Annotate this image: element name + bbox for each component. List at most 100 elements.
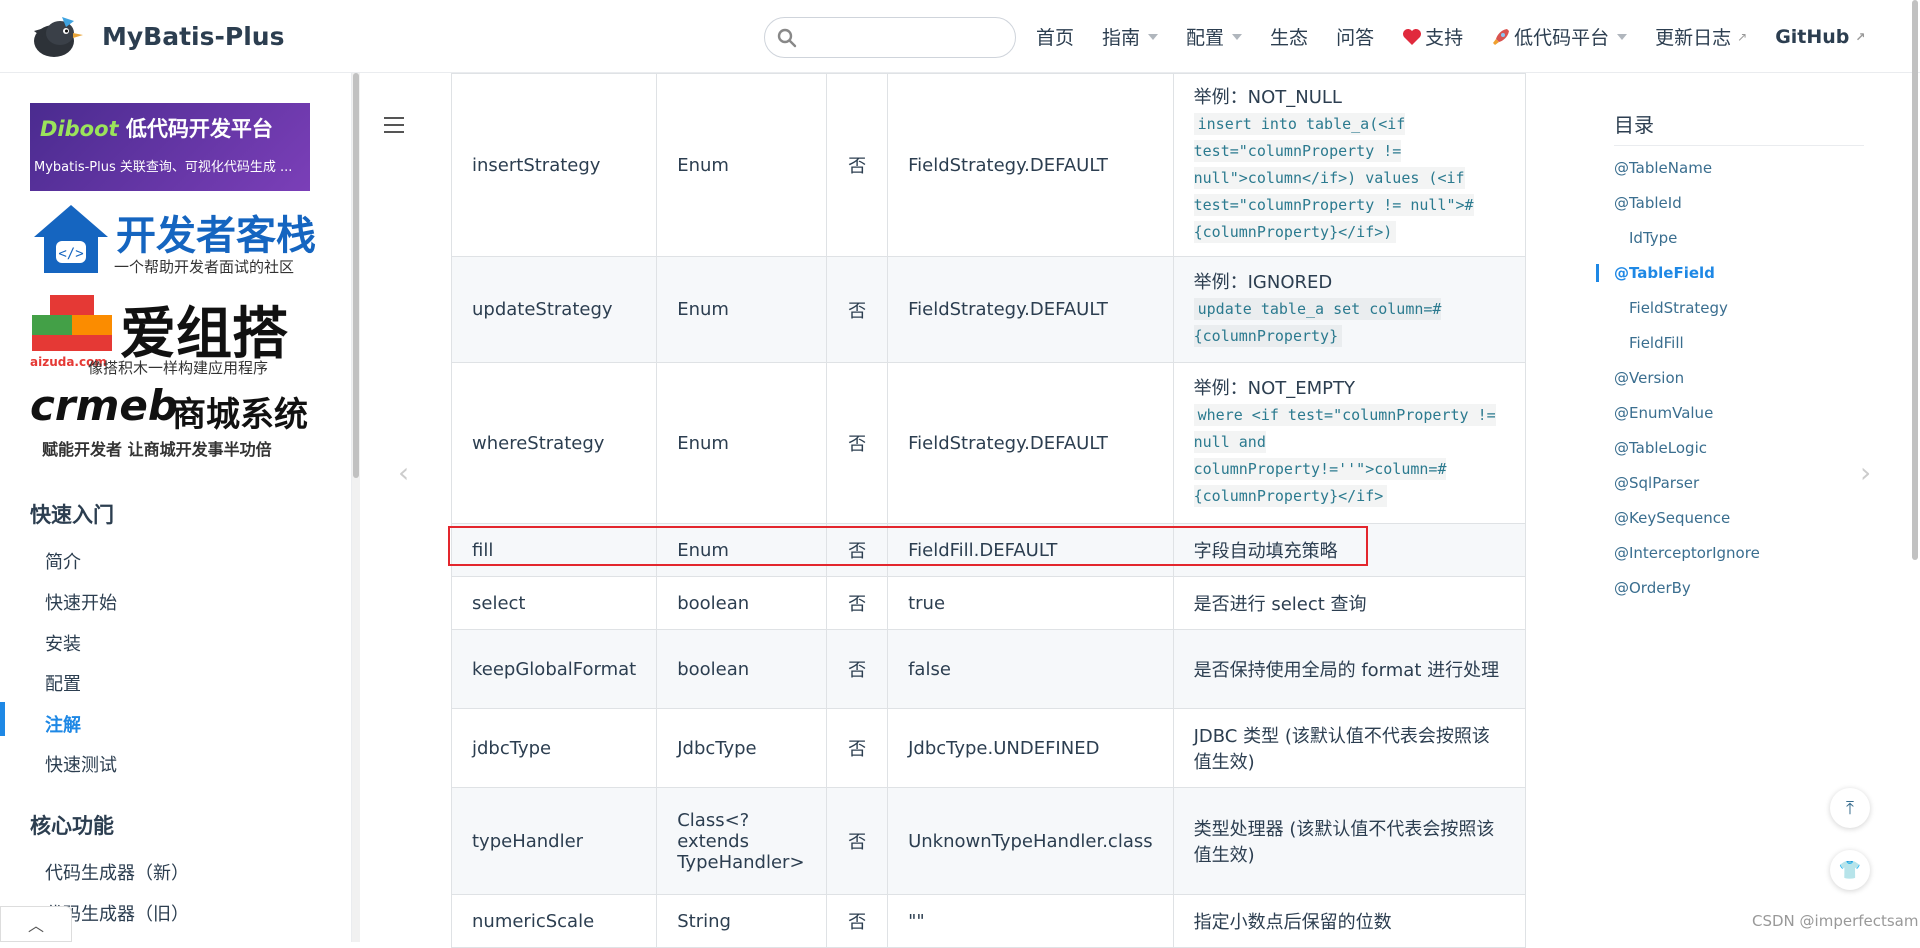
prev-page-arrow-icon[interactable]: ‹ xyxy=(398,456,409,489)
attr-desc-prefix: 举例：NOT_EMPTY xyxy=(1193,378,1355,399)
sidebar-group-core[interactable]: 核心功能 xyxy=(30,810,114,840)
site-logo-icon xyxy=(28,11,84,61)
nav-github[interactable]: GitHub ↗ xyxy=(1775,26,1865,48)
toc-item-fieldstrategy[interactable]: FieldStrategy xyxy=(1629,299,1728,317)
nav-config-dropdown[interactable]: 配置 xyxy=(1186,23,1243,50)
toc-item-sqlparser[interactable]: @SqlParser xyxy=(1614,474,1699,492)
attr-type: boolean xyxy=(656,629,828,709)
attr-default: false xyxy=(887,629,1174,709)
page-scrollbar-thumb[interactable] xyxy=(1912,0,1918,560)
sidebar-item-codegen-new[interactable]: 代码生成器（新） xyxy=(45,859,189,885)
toc-item-version[interactable]: @Version xyxy=(1614,369,1684,387)
sidebar-item-config[interactable]: 配置 xyxy=(45,670,81,696)
toc-item-idtype[interactable]: IdType xyxy=(1629,229,1677,247)
ad-diboot-title-text: 低代码开发平台 xyxy=(125,117,273,141)
table-row: select boolean 否 true 是否进行 select 查询 xyxy=(450,576,1527,630)
sidebar-group-quickstart[interactable]: 快速入门 xyxy=(30,499,114,529)
site-home-link[interactable]: MyBatis-Plus xyxy=(28,11,284,61)
nav-home-label: 首页 xyxy=(1036,27,1075,49)
nav-changelog-label: 更新日志 xyxy=(1655,27,1732,49)
sidebar-item-annotation[interactable]: 注解 xyxy=(45,711,81,737)
page-scrollbar[interactable] xyxy=(1910,0,1920,942)
sidebar-item-install[interactable]: 安装 xyxy=(45,630,81,656)
ad-diboot[interactable]: Diboot 低代码开发平台 Mybatis-Plus 关联查询、可视化代码生成… xyxy=(30,103,310,191)
ad-crmeb[interactable]: crmeb 商城系统 赋能开发者 让商城开发事半功倍 xyxy=(30,381,310,461)
attr-required: 否 xyxy=(826,256,889,363)
ad-dev-title: 开发者客栈 xyxy=(116,213,316,259)
nav-changelog[interactable]: 更新日志 ↗ xyxy=(1655,23,1747,50)
ad-aizuda-subtitle: 像搭积木一样构建应用程序 xyxy=(88,359,269,377)
nav-support[interactable]: 支持 xyxy=(1402,23,1463,50)
nav-qa[interactable]: 问答 xyxy=(1336,23,1374,50)
nav-eco[interactable]: 生态 xyxy=(1270,23,1308,50)
attr-required: 否 xyxy=(826,894,889,948)
tablefield-attributes-table: insertStrategy Enum 否 FieldStrategy.DEFA… xyxy=(450,73,1527,948)
ad-crmeb-brand: crmeb xyxy=(30,381,178,430)
nav-github-label: GitHub xyxy=(1775,25,1850,48)
attr-required: 否 xyxy=(826,73,889,257)
nav-support-label: 支持 xyxy=(1425,27,1464,49)
nav-lowcode-dropdown[interactable]: 低代码平台 xyxy=(1491,23,1628,50)
toc-item-tableid[interactable]: @TableId xyxy=(1614,194,1682,212)
attr-type: JdbcType xyxy=(656,708,828,788)
toc-item-tablelogic[interactable]: @TableLogic xyxy=(1614,439,1707,457)
sidebar-scrollbar[interactable] xyxy=(352,73,360,942)
toc-active-marker xyxy=(1596,264,1599,282)
toc-item-fieldfill[interactable]: FieldFill xyxy=(1629,334,1684,352)
attr-default: JdbcType.UNDEFINED xyxy=(887,708,1174,788)
attr-required: 否 xyxy=(826,708,889,788)
nav-config-label: 配置 xyxy=(1186,27,1225,49)
toc-item-interceptorignore[interactable]: @InterceptorIgnore xyxy=(1614,544,1760,562)
attr-desc-code: where <if test="columnProperty != null a… xyxy=(1193,404,1496,507)
sidebar-scrollbar-thumb[interactable] xyxy=(353,73,359,478)
sidebar-item-quick-start[interactable]: 快速开始 xyxy=(45,589,117,615)
ad-crmeb-title: 商城系统 xyxy=(172,395,308,435)
nav-qa-label: 问答 xyxy=(1336,27,1375,49)
nav-home[interactable]: 首页 xyxy=(1036,23,1074,50)
nav-guide-dropdown[interactable]: 指南 xyxy=(1102,23,1159,50)
table-row: jdbcType JdbcType 否 JdbcType.UNDEFINED J… xyxy=(450,708,1527,788)
attr-default: UnknownTypeHandler.class xyxy=(887,787,1174,895)
toc-item-tablefield[interactable]: @TableField xyxy=(1614,264,1715,282)
caret-down-icon xyxy=(1232,33,1243,40)
hamburger-icon xyxy=(384,117,404,119)
search-box[interactable] xyxy=(764,17,1016,58)
caret-down-icon xyxy=(1148,33,1159,40)
collapse-toggle-button[interactable]: ︿ xyxy=(0,906,72,942)
site-title[interactable]: MyBatis-Plus xyxy=(102,22,284,51)
ad-diboot-subtitle: Mybatis-Plus 关联查询、可视化代码生成 ... xyxy=(34,160,293,175)
theme-toggle-button[interactable]: 👕 xyxy=(1830,850,1870,890)
attr-desc: 举例：NOT_EMPTYwhere <if test="columnProper… xyxy=(1172,362,1527,524)
ad-aizuda[interactable]: aizuda.com 爱组搭 像搭积木一样构建应用程序 xyxy=(30,293,310,377)
toc-item-tablename[interactable]: @TableName xyxy=(1614,159,1712,177)
attr-desc: 举例：IGNORED update table_a set column=#{co… xyxy=(1172,256,1527,363)
table-row: typeHandler Class<? extends TypeHandler>… xyxy=(450,787,1527,895)
attr-desc-code: insert into table_a(<if test="columnProp… xyxy=(1193,112,1474,243)
back-to-top-button[interactable]: ⤒ xyxy=(1830,788,1870,828)
attr-name: typeHandler xyxy=(450,787,658,895)
attr-desc: 指定小数点后保留的位数 xyxy=(1172,894,1527,948)
attr-desc: JDBC 类型 (该默认值不代表会按照该值生效) xyxy=(1172,708,1527,788)
next-page-arrow-icon[interactable]: › xyxy=(1860,456,1871,489)
attr-desc: 类型处理器 (该默认值不代表会按照该值生效) xyxy=(1172,787,1527,895)
ad-dev-subtitle: 一个帮助开发者面试的社区 xyxy=(114,258,295,276)
sidebar-item-intro[interactable]: 简介 xyxy=(45,548,81,574)
sidebar-active-indicator xyxy=(0,702,5,736)
attr-type: Enum xyxy=(656,256,828,363)
search-input[interactable] xyxy=(805,28,1005,47)
nav-guide-label: 指南 xyxy=(1102,27,1141,49)
toc-item-enumvalue[interactable]: @EnumValue xyxy=(1614,404,1713,422)
toc-item-keysequence[interactable]: @KeySequence xyxy=(1614,509,1730,527)
menu-toggle-button[interactable] xyxy=(384,117,404,138)
ad-dev-inn[interactable]: </> 开发者客栈 一个帮助开发者面试的社区 xyxy=(30,201,316,281)
toc-title: 目录 xyxy=(1614,113,1654,137)
watermark: CSDN @imperfectsam xyxy=(1752,912,1919,930)
toc-item-orderby[interactable]: @OrderBy xyxy=(1614,579,1691,597)
attr-default: true xyxy=(887,576,1174,630)
attr-default: FieldStrategy.DEFAULT xyxy=(887,73,1174,257)
arrow-up-icon: ⤒ xyxy=(1846,797,1854,819)
nav-links: 首页 指南 配置 生态 问答 支持 低代码平台 更新日志 ↗ GitHub ↗ xyxy=(1036,0,1893,73)
sidebar-item-quick-test[interactable]: 快速测试 xyxy=(45,751,117,777)
house-logo-icon: </> xyxy=(34,205,108,273)
attr-desc-prefix: 举例：NOT_NULL xyxy=(1193,86,1342,108)
